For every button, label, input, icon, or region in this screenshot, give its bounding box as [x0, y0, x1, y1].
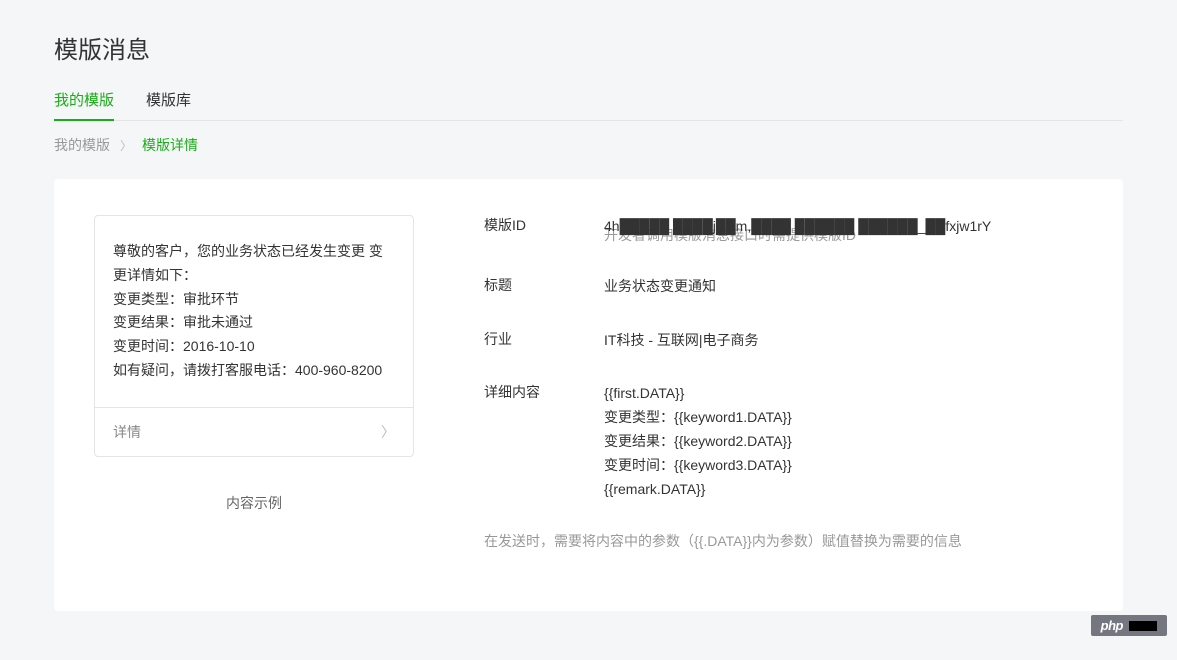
field-title: 标题 业务状态变更通知 [484, 275, 1083, 299]
content-line: {{first.DATA}} [604, 382, 1083, 406]
watermark-label: php [1101, 618, 1123, 633]
breadcrumb-current: 模版详情 [142, 135, 198, 155]
details-column: 模版ID 4h█████ ████j██m,████ ██████ ██████… [484, 215, 1083, 551]
preview-line: 如有疑问，请拨打客服电话：400-960-8200 [113, 359, 395, 383]
field-value: IT科技 - 互联网|电子商务 [604, 329, 1083, 353]
preview-line: 变更时间：2016-10-10 [113, 335, 395, 359]
field-label: 详细内容 [484, 382, 544, 501]
field-template-id: 模版ID 4h█████ ████j██m,████ ██████ ██████… [484, 215, 1083, 239]
preview-footer-label: 详情 [113, 422, 141, 442]
content-card: 尊敬的客户，您的业务状态已经发生变更 变更详情如下： 变更类型：审批环节 变更结… [54, 179, 1123, 611]
php-watermark: php [1091, 615, 1167, 636]
tab-my-templates[interactable]: 我的模版 [54, 89, 114, 120]
content-line: 变更类型：{{keyword1.DATA}} [604, 406, 1083, 430]
field-value: {{first.DATA}} 变更类型：{{keyword1.DATA}} 变更… [604, 382, 1083, 501]
content-line: {{remark.DATA}} [604, 478, 1083, 502]
field-value: 业务状态变更通知 [604, 275, 1083, 299]
content-line: 变更时间：{{keyword3.DATA}} [604, 454, 1083, 478]
tab-template-library[interactable]: 模版库 [146, 89, 191, 120]
example-label: 内容示例 [94, 493, 414, 513]
breadcrumb-root[interactable]: 我的模版 [54, 135, 110, 155]
chevron-right-icon: 〉 [381, 422, 395, 442]
preview-column: 尊敬的客户，您的业务状态已经发生变更 变更详情如下： 变更类型：审批环节 变更结… [94, 215, 414, 551]
field-label: 标题 [484, 275, 544, 299]
tabs-bar: 我的模版 模版库 [54, 89, 1123, 121]
content-helper: 在发送时，需要将内容中的参数（{{.DATA}}内为参数）赋值替换为需要的信息 [484, 531, 1083, 551]
page-container: 模版消息 我的模版 模版库 我的模版 〉 模版详情 尊敬的客户，您的业务状态已经… [0, 0, 1177, 651]
preview-details-link[interactable]: 详情 〉 [95, 407, 413, 456]
watermark-redacted [1129, 621, 1157, 631]
field-label: 模版ID [484, 215, 544, 239]
preview-box: 尊敬的客户，您的业务状态已经发生变更 变更详情如下： 变更类型：审批环节 变更结… [94, 215, 414, 457]
field-label: 行业 [484, 329, 544, 353]
template-id-value: 4h█████ ████j██m,████ ██████ ██████_██fx… [604, 215, 991, 239]
preview-line: 尊敬的客户，您的业务状态已经发生变更 变更详情如下： [113, 240, 395, 288]
field-industry: 行业 IT科技 - 互联网|电子商务 [484, 329, 1083, 353]
preview-line: 变更类型：审批环节 [113, 288, 395, 312]
chevron-right-icon: 〉 [120, 137, 132, 154]
content-line: 变更结果：{{keyword2.DATA}} [604, 430, 1083, 454]
preview-line: 变更结果：审批未通过 [113, 311, 395, 335]
preview-body: 尊敬的客户，您的业务状态已经发生变更 变更详情如下： 变更类型：审批环节 变更结… [95, 216, 413, 407]
breadcrumb: 我的模版 〉 模版详情 [54, 135, 1123, 155]
field-content: 详细内容 {{first.DATA}} 变更类型：{{keyword1.DATA… [484, 382, 1083, 501]
page-title: 模版消息 [54, 30, 1123, 65]
field-value: 4h█████ ████j██m,████ ██████ ██████_██fx… [604, 215, 1083, 239]
